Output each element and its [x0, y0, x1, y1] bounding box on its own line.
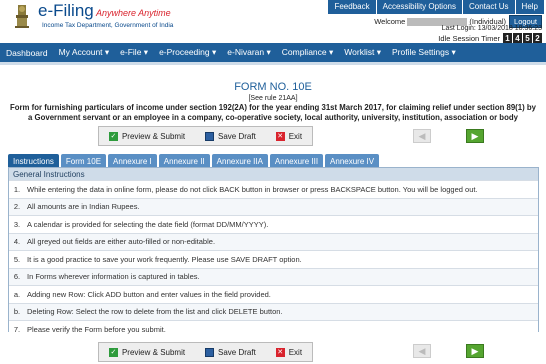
item-text: All amounts are in Indian Rupees.	[27, 202, 140, 212]
welcome-label: Welcome	[374, 17, 406, 26]
nav-compliance[interactable]: Compliance ▾	[282, 47, 334, 58]
contact-us-link[interactable]: Contact Us	[462, 0, 515, 14]
previous-button[interactable]: ◀	[413, 129, 431, 143]
list-item: 7. Please verify the Form before you sub…	[9, 320, 538, 338]
item-text: While entering the data in online form, …	[27, 184, 478, 194]
check-icon: ✓	[108, 347, 118, 357]
arrow-right-icon: ▶	[471, 345, 479, 356]
top-links: Feedback Accessibility Options Contact U…	[327, 0, 544, 14]
instructions-panel: General Instructions 1. While entering t…	[8, 167, 539, 338]
item-number: 5.	[13, 254, 21, 264]
feedback-link[interactable]: Feedback	[328, 0, 376, 14]
save-draft-label: Save Draft	[218, 131, 256, 141]
next-button[interactable]: ▶	[466, 129, 484, 143]
save-icon	[205, 131, 214, 141]
exit-label: Exit	[288, 347, 303, 357]
nav-dashboard[interactable]: Dashboard	[6, 48, 48, 58]
help-link[interactable]: Help	[515, 0, 544, 14]
item-text: Adding new Row: Click ADD button and ent…	[27, 289, 271, 299]
brand-tagline: Anywhere Anytime	[95, 8, 171, 18]
brand-subtitle: Income Tax Department, Government of Ind…	[42, 22, 174, 29]
nav-e-nivaran[interactable]: e-Nivaran ▾	[227, 47, 270, 58]
item-number: 1.	[13, 184, 21, 194]
emblem-logo-icon	[15, 5, 29, 28]
list-item: b. Deleting Row: Select the row to delet…	[9, 302, 538, 320]
form-description: Form for furnishing particulars of incom…	[10, 103, 536, 122]
brand[interactable]: e-Filing Anywhere Anytime	[38, 1, 171, 21]
exit-button[interactable]: ✕ Exit	[275, 131, 303, 141]
item-text: It is a good practice to save your work …	[27, 254, 302, 264]
action-bar-bottom: ✓ Preview & Submit Save Draft ✕ Exit	[98, 342, 313, 362]
list-item: 6. In Forms wherever information is capt…	[9, 267, 538, 285]
save-draft-button[interactable]: Save Draft	[205, 347, 256, 357]
timer-label: Idle Session Timer	[438, 34, 500, 43]
main-nav: Dashboard My Account ▾ e-File ▾ e-Procee…	[0, 43, 546, 62]
save-draft-button[interactable]: Save Draft	[205, 131, 256, 141]
check-icon: ✓	[108, 131, 118, 141]
nav-e-file[interactable]: e-File ▾	[120, 47, 148, 58]
item-text: Deleting Row: Select the row to delete f…	[27, 307, 283, 317]
nav-worklist[interactable]: Worklist ▾	[344, 47, 381, 58]
brand-name: e-Filing	[38, 1, 94, 20]
arrow-left-icon: ◀	[418, 345, 426, 356]
preview-submit-label: Preview & Submit	[121, 131, 186, 141]
save-draft-label: Save Draft	[218, 347, 256, 357]
nav-e-proceeding[interactable]: e-Proceeding ▾	[159, 47, 216, 58]
list-item: a. Adding new Row: Click ADD button and …	[9, 285, 538, 303]
instructions-list: 1. While entering the data in online for…	[9, 180, 538, 338]
item-number: 6.	[13, 272, 21, 282]
list-item: 3. A calendar is provided for selecting …	[9, 215, 538, 233]
preview-submit-label: Preview & Submit	[121, 347, 186, 357]
item-number: a.	[13, 289, 21, 299]
preview-submit-button[interactable]: ✓ Preview & Submit	[108, 131, 186, 141]
close-icon: ✕	[275, 131, 285, 141]
item-number: 2.	[13, 202, 21, 212]
panel-heading: General Instructions	[9, 168, 538, 180]
form-title: FORM NO. 10E	[234, 81, 312, 93]
nav-profile-settings[interactable]: Profile Settings ▾	[392, 47, 456, 58]
item-number: 4.	[13, 237, 21, 247]
item-text: Please verify the Form before you submit…	[27, 324, 166, 334]
previous-button[interactable]: ◀	[413, 344, 431, 358]
item-number: 7.	[13, 324, 21, 334]
list-item: 2. All amounts are in Indian Rupees.	[9, 197, 538, 215]
arrow-right-icon: ▶	[471, 130, 479, 141]
last-login: Last Login: 13/03/2018 18:36:23	[441, 25, 542, 32]
item-number: b.	[13, 307, 21, 317]
exit-button[interactable]: ✕ Exit	[275, 347, 303, 357]
accessibility-link[interactable]: Accessibility Options	[376, 0, 462, 14]
item-text: In Forms wherever information is capture…	[27, 272, 200, 282]
item-text: All greyed out fields are either auto-fi…	[27, 237, 216, 247]
save-icon	[205, 347, 214, 357]
item-text: A calendar is provided for selecting the…	[27, 219, 269, 229]
site-header: e-Filing Anywhere Anytime Income Tax Dep…	[0, 0, 546, 44]
list-item: 4. All greyed out fields are either auto…	[9, 232, 538, 250]
next-button[interactable]: ▶	[466, 344, 484, 358]
preview-submit-button[interactable]: ✓ Preview & Submit	[108, 347, 186, 357]
list-item: 1. While entering the data in online for…	[9, 180, 538, 198]
item-number: 3.	[13, 219, 21, 229]
nav-my-account[interactable]: My Account ▾	[59, 47, 110, 58]
nav-divider	[0, 62, 546, 65]
close-icon: ✕	[275, 347, 285, 357]
list-item: 5. It is a good practice to save your wo…	[9, 250, 538, 268]
action-bar-top: ✓ Preview & Submit Save Draft ✕ Exit	[98, 126, 313, 146]
form-rule: [See rule 21AA]	[248, 95, 298, 102]
exit-label: Exit	[288, 131, 303, 141]
arrow-left-icon: ◀	[418, 130, 426, 141]
